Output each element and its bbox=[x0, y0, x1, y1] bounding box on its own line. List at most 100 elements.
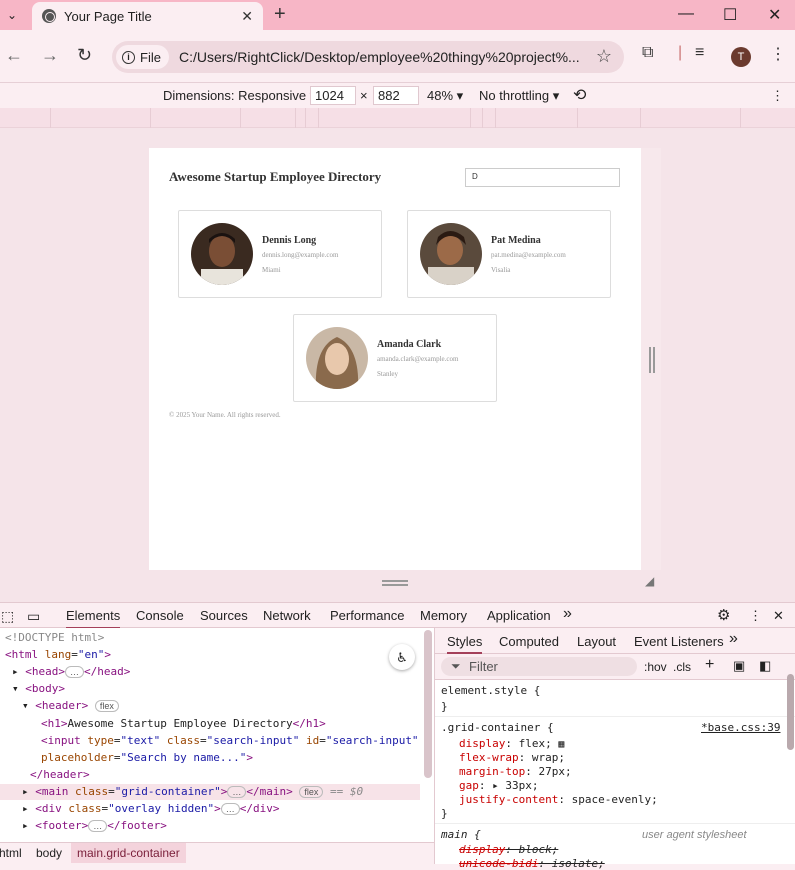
url-text[interactable]: C:/Users/RightClick/Desktop/employee%20t… bbox=[179, 49, 584, 65]
filter-placeholder: Filter bbox=[469, 659, 498, 674]
times-sign: × bbox=[360, 88, 368, 103]
zoom-dropdown[interactable]: 48% ▾ bbox=[427, 88, 463, 104]
tab-styles[interactable]: Styles bbox=[447, 634, 483, 654]
address-bar[interactable]: i File C:/Users/RightClick/Desktop/emplo… bbox=[112, 41, 624, 73]
search-input[interactable]: D bbox=[465, 168, 620, 187]
tab-network[interactable]: Network bbox=[263, 608, 311, 623]
rule-close: } bbox=[441, 807, 448, 820]
html-node[interactable]: <html lang="en"> bbox=[5, 648, 111, 661]
styles-filterbar: ⏷ Filter :hov .cls + ▣ ◧ bbox=[435, 654, 795, 680]
more-tabs-icon[interactable]: » bbox=[563, 605, 572, 623]
profile-avatar[interactable]: T bbox=[731, 47, 751, 67]
css-display[interactable]: display: flex; ▦ bbox=[459, 737, 564, 750]
extensions-icon[interactable]: ⧉ bbox=[642, 44, 653, 62]
employee-card[interactable]: Pat Medina pat.medina@example.com Visali… bbox=[407, 210, 611, 298]
employee-name: Amanda Clark bbox=[377, 339, 442, 350]
css-flex-wrap[interactable]: flex-wrap: wrap; bbox=[459, 751, 565, 764]
globe-icon bbox=[42, 9, 56, 23]
tab-search-chevron-icon[interactable]: ⌄ bbox=[0, 0, 24, 30]
media-query-ruler[interactable] bbox=[0, 108, 795, 128]
height-input[interactable]: 882 bbox=[373, 86, 419, 105]
device-menu-icon[interactable]: ⋮ bbox=[771, 88, 784, 104]
breadcrumb-main[interactable]: main.grid-container bbox=[71, 843, 186, 863]
styles-filter-input[interactable]: ⏷ Filter bbox=[441, 657, 637, 676]
tab-layout[interactable]: Layout bbox=[577, 634, 616, 649]
new-tab-button[interactable]: + bbox=[274, 3, 286, 26]
footer-node[interactable]: ▸ <footer>… </footer> bbox=[22, 819, 167, 832]
sidebar-toggle-icon[interactable]: ◧ bbox=[759, 658, 771, 674]
close-tab-icon[interactable]: ✕ bbox=[241, 8, 253, 25]
body-node[interactable]: ▾ <body> bbox=[12, 682, 65, 695]
tab-computed[interactable]: Computed bbox=[499, 634, 559, 649]
elements-panel: <!DOCTYPE html> <html lang="en"> ▸ <head… bbox=[0, 628, 434, 842]
throttling-dropdown[interactable]: No throttling ▾ bbox=[479, 88, 559, 104]
resize-corner-icon[interactable]: ◢ bbox=[645, 574, 654, 588]
employee-card[interactable]: Amanda Clark amanda.clark@example.com St… bbox=[293, 314, 497, 402]
grid-container-selector[interactable]: .grid-container { bbox=[441, 721, 554, 734]
media-controls-icon[interactable]: ≡ bbox=[695, 44, 704, 62]
styles-panel: Styles Computed Layout Event Listeners »… bbox=[434, 628, 795, 870]
source-link[interactable]: *base.css:39 bbox=[701, 721, 780, 734]
emulated-page: Awesome Startup Employee Directory D Den… bbox=[149, 148, 641, 570]
css-display-overridden[interactable]: display: block; bbox=[459, 843, 558, 856]
tab-elements[interactable]: Elements bbox=[66, 608, 121, 629]
breadcrumb-html[interactable]: html bbox=[0, 846, 22, 860]
employee-photo bbox=[420, 223, 482, 285]
input-node[interactable]: <input type="text" class="search-input" … bbox=[41, 734, 419, 747]
tab-application[interactable]: Application bbox=[487, 608, 551, 623]
main-selector[interactable]: main { bbox=[441, 828, 481, 841]
page-footer: © 2025 Your Name. All rights reserved. bbox=[169, 411, 281, 419]
tab-console[interactable]: Console bbox=[136, 608, 184, 623]
styles-scrollbar[interactable] bbox=[787, 674, 794, 750]
tab-event-listeners[interactable]: Event Listeners bbox=[634, 634, 724, 649]
head-node[interactable]: ▸ <head>… </head> bbox=[12, 665, 130, 678]
employee-photo bbox=[306, 327, 368, 389]
css-margin-top[interactable]: margin-top: 27px; bbox=[459, 765, 572, 778]
menu-dots-icon[interactable]: ⋮ bbox=[770, 44, 786, 64]
reload-icon[interactable]: ↻ bbox=[77, 45, 92, 66]
new-rule-icon[interactable]: + bbox=[705, 656, 714, 674]
dimensions-dropdown[interactable]: Dimensions: Responsive ▾ bbox=[163, 88, 316, 104]
tab-sources[interactable]: Sources bbox=[200, 608, 248, 623]
maximize-icon[interactable]: ☐ bbox=[723, 5, 737, 25]
more-styles-tabs-icon[interactable]: » bbox=[729, 630, 738, 648]
employee-name: Pat Medina bbox=[491, 235, 541, 246]
devtools-tabbar: ⬚ ▭ Elements Console Sources Network Per… bbox=[0, 602, 795, 629]
elements-scrollbar[interactable] bbox=[424, 630, 432, 778]
rotate-icon[interactable]: ⟲ bbox=[573, 85, 586, 105]
settings-gear-icon[interactable]: ⚙ bbox=[717, 606, 730, 624]
resize-handle-right[interactable] bbox=[649, 347, 655, 373]
minimize-icon[interactable]: — bbox=[678, 5, 694, 23]
header-node[interactable]: ▾ <header> flex bbox=[22, 699, 119, 712]
back-arrow-icon[interactable]: ← bbox=[5, 45, 23, 66]
doctype-node[interactable]: <!DOCTYPE html> bbox=[5, 631, 104, 644]
forward-arrow-icon[interactable]: → bbox=[41, 45, 59, 66]
class-toggle[interactable]: .cls bbox=[673, 660, 691, 674]
rule-divider bbox=[435, 823, 795, 824]
close-devtools-icon[interactable]: ✕ bbox=[773, 608, 784, 624]
accessibility-tree-icon[interactable]: ♿ bbox=[389, 644, 415, 670]
breadcrumb-body[interactable]: body bbox=[36, 846, 62, 860]
inspect-element-icon[interactable]: ⬚ bbox=[1, 608, 14, 625]
employee-name: Dennis Long bbox=[262, 235, 317, 246]
tab-performance[interactable]: Performance bbox=[330, 608, 404, 623]
tab-memory[interactable]: Memory bbox=[420, 608, 467, 623]
devtools-menu-icon[interactable]: ⋮ bbox=[749, 608, 762, 624]
resize-handle-bottom[interactable] bbox=[382, 580, 408, 586]
bookmark-star-icon[interactable]: ☆ bbox=[596, 46, 612, 67]
device-toggle-icon[interactable]: ▭ bbox=[27, 608, 40, 625]
rule-divider bbox=[435, 716, 795, 717]
h1-node[interactable]: <h1>Awesome Startup Employee Directory</… bbox=[41, 717, 326, 730]
width-input[interactable]: 1024 bbox=[310, 86, 356, 105]
overlay-node[interactable]: ▸ <div class="overlay hidden">… </div> bbox=[22, 802, 279, 815]
element-style-selector[interactable]: element.style { bbox=[441, 684, 540, 697]
main-node[interactable]: ▸ <main class="grid-container">… </main> … bbox=[22, 785, 363, 798]
css-gap[interactable]: gap: ▸ 33px; bbox=[459, 779, 538, 792]
hover-state-toggle[interactable]: :hov bbox=[644, 660, 667, 674]
browser-tab[interactable]: Your Page Title ✕ bbox=[32, 2, 263, 30]
paint-icon[interactable]: ▣ bbox=[733, 658, 745, 674]
close-window-icon[interactable]: ✕ bbox=[768, 5, 781, 25]
employee-card[interactable]: Dennis Long dennis.long@example.com Miam… bbox=[178, 210, 382, 298]
css-justify-content[interactable]: justify-content: space-evenly; bbox=[459, 793, 658, 806]
site-info-chip[interactable]: i File bbox=[116, 45, 169, 69]
